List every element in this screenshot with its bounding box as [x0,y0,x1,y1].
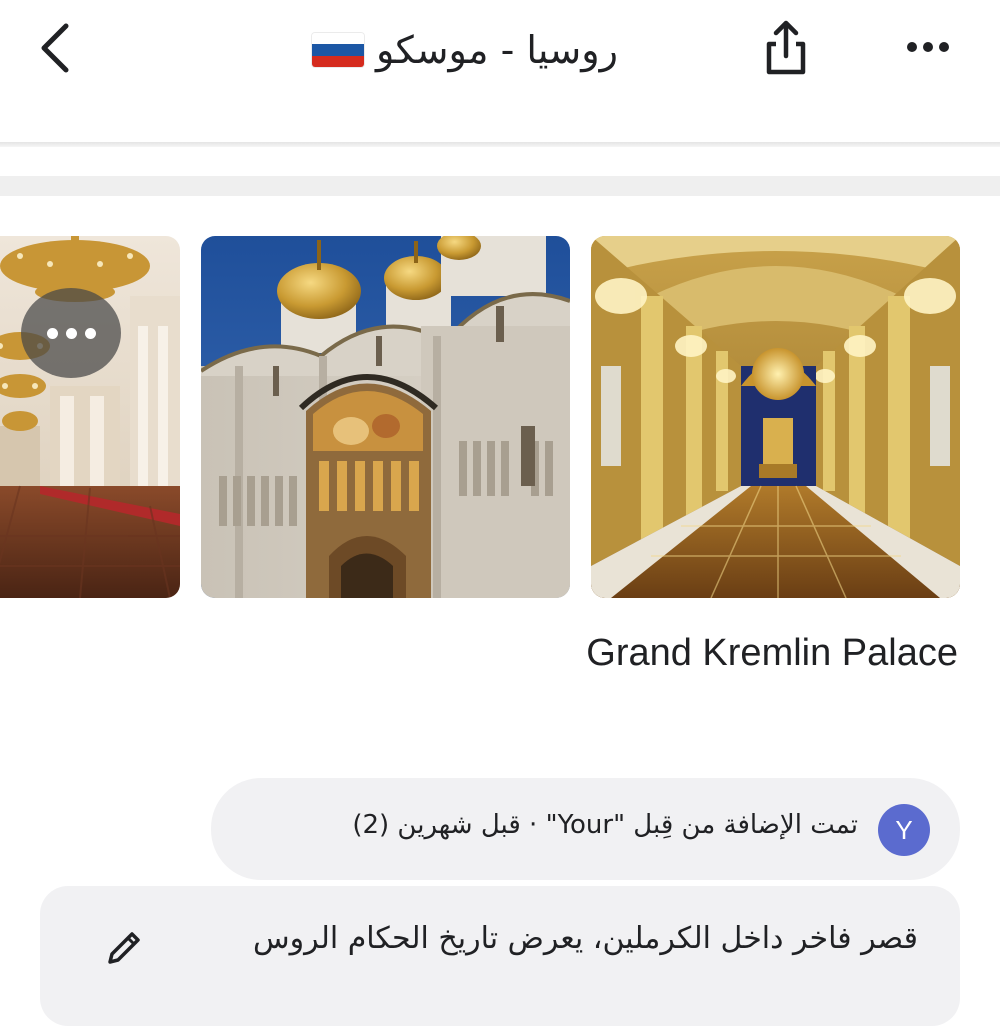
russia-flag-icon [312,33,365,67]
avatar[interactable]: Y [878,804,930,856]
top-app-bar: روسيا - موسكو [0,0,1000,142]
photo-more-button[interactable] [21,288,121,378]
cathedral-photo[interactable] [201,236,570,598]
place-note-card[interactable]: قصر فاخر داخل الكرملين، يعرض تاريخ الحكا… [40,886,960,1026]
dot-icon [84,327,96,339]
share-icon [766,20,806,75]
more-options-button[interactable] [898,22,958,72]
edit-note-button[interactable] [102,926,146,970]
header-divider [0,142,1000,147]
page-title: روسيا - موسكو [250,22,680,78]
dot-icon [46,327,58,339]
section-divider [0,176,1000,196]
dot-icon [65,327,77,339]
back-button[interactable] [30,20,86,76]
photo-carousel[interactable] [0,236,1000,598]
added-by-info[interactable]: Y تمت الإضافة من قِبل "Your" · قبل شهرين… [211,778,960,880]
share-button[interactable] [756,18,816,80]
place-name: Grand Kremlin Palace [586,632,958,674]
place-note-text: قصر فاخر داخل الكرملين، يعرض تاريخ الحكا… [253,921,918,956]
chevron-left-icon [41,23,69,73]
page-title-text: روسيا - موسكو [376,28,618,72]
more-horizontal-icon [907,42,949,52]
palace-hall-photo[interactable] [0,236,180,598]
added-by-text: تمت الإضافة من قِبل "Your" · قبل شهرين (… [352,810,858,840]
throne-hall-photo[interactable] [591,236,960,598]
pencil-icon [108,932,140,964]
